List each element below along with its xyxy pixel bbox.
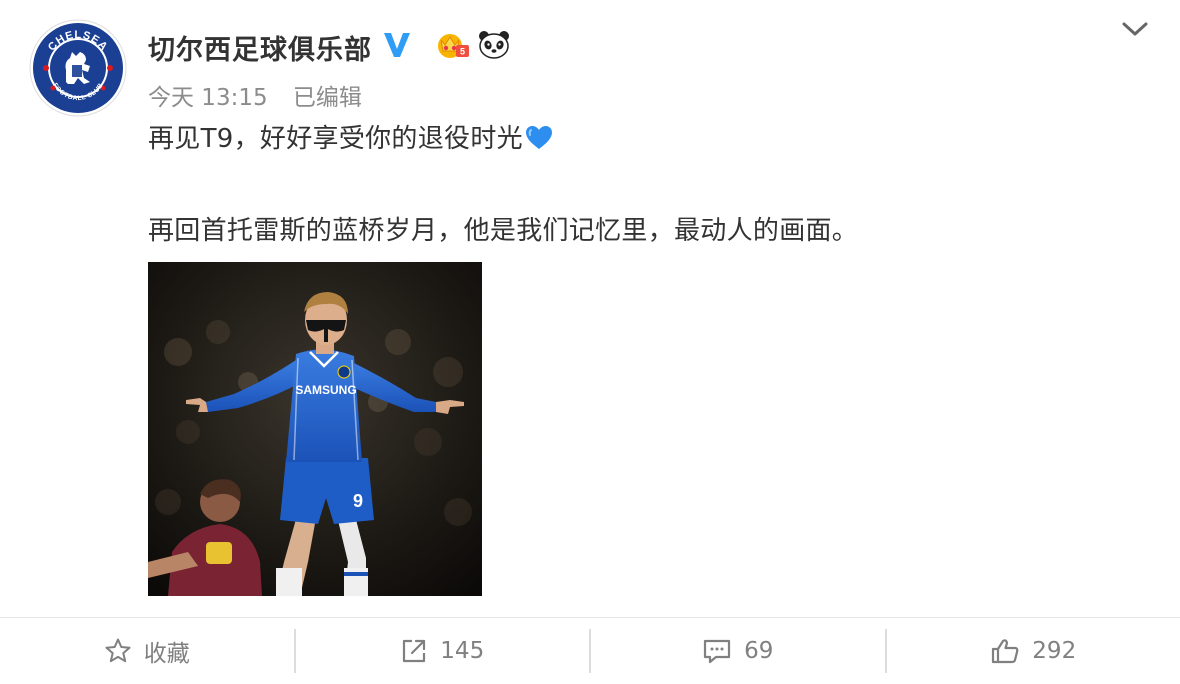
blue-heart-icon [525,125,553,158]
svg-text:9: 9 [353,491,363,511]
post-time[interactable]: 今天 13:15 [148,85,268,111]
post-text-line-1: 再见T9，好好享受你的退役时光 [148,118,553,158]
like-button[interactable]: 292 [887,618,1180,684]
svg-text:SAMSUNG: SAMSUNG [295,383,356,397]
comment-count: 69 [744,638,774,664]
verified-v-icon[interactable] [382,29,412,63]
repost-count: 145 [440,638,485,664]
star-icon [104,637,132,665]
post-actions-bar: 收藏 145 69 292 [0,618,1180,684]
post-meta: 今天 13:15 已编辑 [148,78,362,112]
post-text-1: 再见T9，好好享受你的退役时光 [148,124,523,154]
svg-text:5: 5 [460,47,465,57]
crown-level-badge-icon[interactable]: 5 [436,29,470,63]
author-badges: 5 [382,28,510,64]
repost-button[interactable]: 145 [296,618,590,684]
player-celebration-photo: 9 SAMSUNG [148,262,482,596]
author-avatar[interactable]: CHELSEA FOOTBALL CLUB [28,18,128,118]
edited-label[interactable]: 已编辑 [293,85,362,111]
post-text-line-2: 再回首托雷斯的蓝桥岁月，他是我们记忆里，最动人的画面。 [148,216,859,246]
comment-button[interactable]: 69 [591,618,885,684]
like-count: 292 [1032,638,1077,664]
thumbs-up-icon [990,637,1020,665]
chelsea-crest-icon: CHELSEA FOOTBALL CLUB [29,19,127,117]
comment-icon [702,637,732,665]
share-icon [400,637,428,665]
favorite-button[interactable]: 收藏 [0,618,294,684]
weibo-post: CHELSEA FOOTBALL CLUB 切尔西足球俱乐部 5 今天 13:1… [0,0,1180,684]
author-name[interactable]: 切尔西足球俱乐部 [148,28,372,67]
favorite-label: 收藏 [143,641,190,667]
chevron-down-icon[interactable] [1118,14,1152,44]
post-image[interactable]: 9 SAMSUNG [148,262,482,596]
panda-emoji-icon [478,29,510,63]
